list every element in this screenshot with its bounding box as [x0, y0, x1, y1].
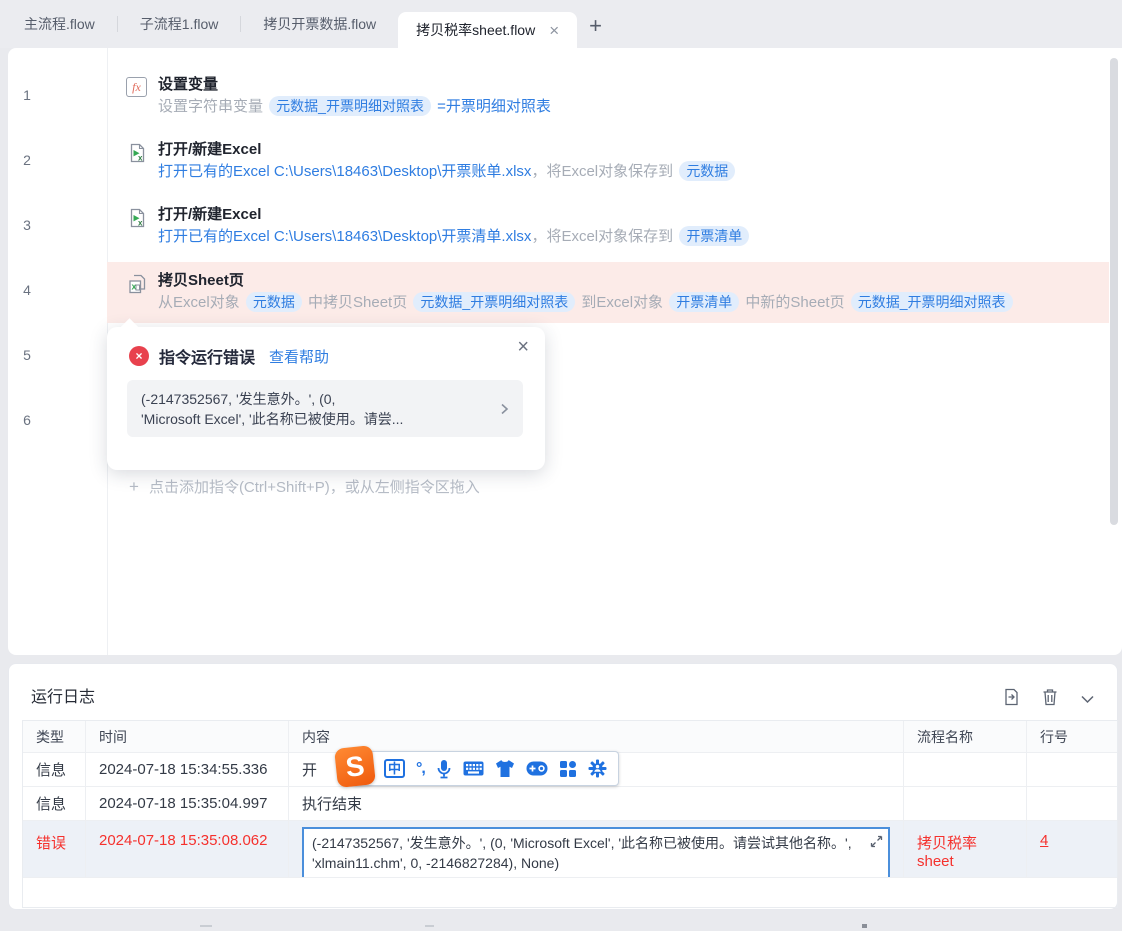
error-badge-icon: × — [129, 346, 149, 366]
line-number-1: 1 — [23, 87, 31, 103]
tab-copy-invoice-data[interactable]: 拷贝开票数据.flow — [241, 0, 398, 48]
vertical-scrollbar[interactable] — [1110, 58, 1118, 525]
new-tab-button[interactable]: + — [577, 4, 614, 48]
line-number-3: 3 — [23, 217, 31, 233]
step-description: 打开已有的Excel C:\Users\18463\Desktop\开票清单.x… — [158, 225, 751, 246]
error-popover: × 指令运行错误 查看帮助 × (-2147352567, '发生意外。', (… — [107, 318, 545, 470]
bottom-clipped-content — [425, 925, 434, 927]
plus-icon: + — [129, 476, 139, 496]
error-message-line2: 'Microsoft Excel', '此名称已被使用。请尝... — [141, 411, 404, 427]
export-log-icon[interactable] — [1003, 688, 1020, 711]
tab-label: 拷贝税率sheet.flow — [416, 22, 536, 38]
log-row-info-2[interactable]: 信息 2024-07-18 15:35:04.997 执行结束 — [23, 787, 1117, 821]
apps-grid-icon[interactable] — [559, 760, 577, 778]
step-title: 打开/新建Excel — [158, 141, 262, 158]
error-message-line1: (-2147352567, '发生意外。', (0, — [141, 391, 336, 407]
variable-pill[interactable]: 元数据 — [245, 292, 302, 312]
svg-text:x: x — [138, 154, 143, 163]
error-flow-name: 拷贝税率sheet — [904, 821, 1027, 877]
line-number-5: 5 — [23, 347, 31, 363]
flow-canvas: 1 2 3 4 5 6 fx 设置变量 设置字符串变量 元数据_开票明细对照表 … — [8, 48, 1122, 655]
variable-pill[interactable]: 开票清单 — [669, 292, 740, 312]
step-title: 拷贝Sheet页 — [158, 272, 244, 289]
step-description: 打开已有的Excel C:\Users\18463\Desktop\开票账单.x… — [158, 160, 737, 181]
fx-variable-icon: fx — [126, 77, 147, 97]
line-number-6: 6 — [23, 412, 31, 428]
microphone-icon[interactable] — [436, 759, 452, 779]
step-description: 从Excel对象 元数据 中拷贝Sheet页 元数据_开票明细对照表 到Exce… — [158, 291, 1015, 312]
step-description: 设置字符串变量 元数据_开票明细对照表 =开票明细对照表 — [158, 96, 551, 116]
variable-pill[interactable]: 元数据 — [679, 161, 736, 181]
settings-icon[interactable] — [588, 759, 607, 778]
skin-icon[interactable] — [495, 759, 515, 778]
tab-main-flow[interactable]: 主流程.flow — [2, 0, 117, 48]
close-popover-icon[interactable]: × — [517, 336, 529, 359]
line-number-4: 4 — [23, 282, 31, 298]
sogou-logo[interactable]: S — [334, 745, 376, 788]
run-log-panel: 运行日志 类型 时间 内容 流程名称 行号 信息 2024-07-18 15:3… — [8, 663, 1118, 910]
excel-open-icon: x — [126, 207, 148, 234]
error-message-box[interactable]: (-2147352567, '发生意外。', (0, 'Microsoft Ex… — [127, 380, 523, 437]
line-number-2: 2 — [23, 152, 31, 168]
log-row-error[interactable]: 错误 2024-07-18 15:35:08.062 (-2147352567,… — [23, 821, 1117, 878]
variable-pill[interactable]: 元数据_开票明细对照表 — [850, 292, 1013, 312]
svg-text:x: x — [138, 219, 143, 228]
variable-pill[interactable]: 元数据_开票明细对照表 — [413, 292, 576, 312]
ime-toolbar: 中 °, — [352, 751, 619, 786]
error-line-number-link[interactable]: 4 — [1040, 832, 1048, 849]
error-detail-text: (-2147352567, '发生意外。', (0, 'Microsoft Ex… — [312, 835, 852, 871]
log-table-header: 类型 时间 内容 流程名称 行号 — [23, 721, 1117, 753]
step-title: 打开/新建Excel — [158, 206, 262, 223]
run-log-title: 运行日志 — [31, 689, 96, 706]
collapse-panel-icon[interactable] — [1080, 691, 1095, 709]
chinese-mode-icon[interactable]: 中 — [384, 759, 406, 778]
chevron-right-icon — [497, 401, 511, 421]
help-link[interactable]: 查看帮助 — [269, 346, 329, 367]
expand-icon[interactable] — [870, 833, 883, 853]
step-title: 设置变量 — [158, 76, 219, 93]
error-detail-box[interactable]: (-2147352567, '发生意外。', (0, 'Microsoft Ex… — [302, 827, 890, 877]
excel-open-icon: x — [126, 142, 148, 169]
variable-pill[interactable]: 开票清单 — [679, 226, 750, 246]
close-tab-icon[interactable]: × — [549, 22, 559, 39]
tab-copy-tax-sheet-active[interactable]: 拷贝税率sheet.flow × — [398, 12, 578, 48]
clear-log-icon[interactable] — [1042, 688, 1058, 711]
log-table: 类型 时间 内容 流程名称 行号 信息 2024-07-18 15:34:55.… — [22, 720, 1118, 908]
variable-pill[interactable]: 元数据_开票明细对照表 — [269, 96, 431, 116]
punctuation-icon[interactable]: °, — [416, 760, 426, 778]
tab-sub-flow1[interactable]: 子流程1.flow — [118, 0, 241, 48]
tab-bar: 主流程.flow 子流程1.flow 拷贝开票数据.flow 拷贝税率sheet… — [0, 0, 1122, 48]
add-instruction-row[interactable]: + 点击添加指令(Ctrl+Shift+P)，或从左侧指令区拖入 — [129, 476, 480, 497]
keyboard-icon[interactable] — [463, 761, 484, 776]
popover-title: 指令运行错误 — [159, 350, 256, 367]
copy-sheet-icon: x — [126, 273, 148, 300]
add-instruction-label: 点击添加指令(Ctrl+Shift+P)，或从左侧指令区拖入 — [148, 479, 480, 496]
bottom-clipped-content — [862, 924, 867, 928]
toolbox-icon[interactable] — [526, 761, 548, 776]
bottom-clipped-content — [200, 925, 212, 927]
